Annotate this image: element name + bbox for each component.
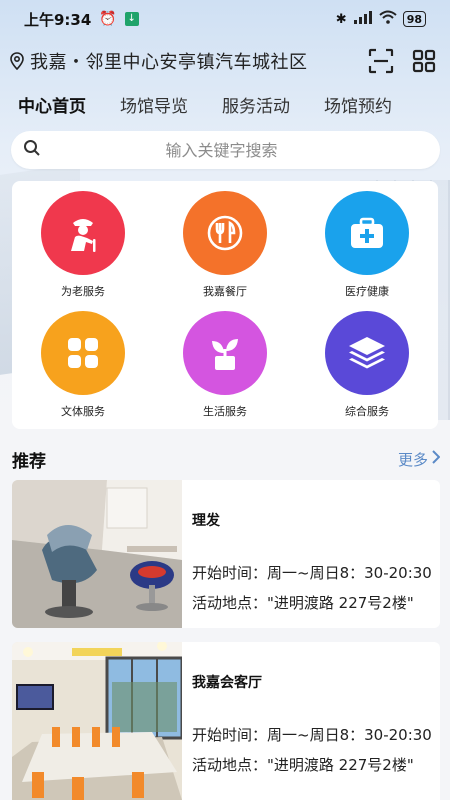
tab-venue-guide[interactable]: 场馆导览 [120,92,188,117]
grid-icon [41,311,125,395]
battery-icon: 98 [402,11,426,27]
service-elder-care[interactable]: 为老服务 [12,189,154,309]
download-icon: ↓ [124,12,139,26]
status-time: 上午9:34 [24,10,92,29]
recommend-name: 理发 [192,513,220,529]
more-label: 更多 [397,450,428,469]
search-icon [23,139,41,161]
recommend-info: 理发 开始时间：周一~周日8：30-20:30 活动地点："进明渡路 227号2… [182,480,440,628]
service-label: 生活服务 [203,405,247,418]
plant-icon [183,311,267,395]
tab-home[interactable]: 中心首页 [18,92,86,117]
chevron-right-icon [432,450,441,468]
layers-icon [325,311,409,395]
recommend-location: 活动地点："进明渡路 227号2楼" [192,594,414,612]
service-label: 医疗健康 [345,285,389,298]
location-text[interactable]: 我嘉・邻里中心安亭镇汽车城社区 [30,48,308,74]
alarm-icon: ⏰ [99,11,117,27]
service-life[interactable]: 生活服务 [154,309,296,429]
recommend-header: 推荐 更多 [12,446,441,472]
recommend-card-barber[interactable]: 理发 开始时间：周一~周日8：30-20:30 活动地点："进明渡路 227号2… [12,480,440,628]
recommend-name: 我嘉会客厅 [192,675,262,691]
recommend-card-lounge[interactable]: 我嘉会客厅 开始时间：周一~周日8：30-20:30 活动地点："进明渡路 22… [12,642,440,800]
recommend-location: 活动地点："进明渡路 227号2楼" [192,756,414,774]
location-row[interactable]: 我嘉・邻里中心安亭镇汽车城社区 [0,44,450,78]
scan-icon[interactable] [368,48,394,74]
service-medical[interactable]: 医疗健康 [296,189,438,309]
service-dining[interactable]: 我嘉餐厅 [154,189,296,309]
elder-icon [41,191,125,275]
recommend-time: 开始时间：周一~周日8：30-20:30 [192,726,432,744]
search-input[interactable] [41,140,402,160]
service-label: 文体服务 [61,405,105,418]
dining-icon [183,191,267,275]
lounge-room-photo [12,642,182,800]
medical-kit-icon [325,191,409,275]
services-grid: 为老服务 我嘉餐厅 医疗健康 文体服务 生活服务 综合服务 [12,181,438,429]
service-culture-sports[interactable]: 文体服务 [12,309,154,429]
main-tabs: 中心首页 场馆导览 服务活动 场馆预约 [0,86,450,122]
location-pin-icon [10,52,26,71]
service-label: 我嘉餐厅 [203,285,247,298]
status-bar: 上午9:34 ⏰ ↓ ✱ 98 [0,0,450,38]
tab-venue-booking[interactable]: 场馆预约 [324,92,392,117]
barber-room-photo [12,480,182,628]
top-actions [368,48,440,74]
service-general[interactable]: 综合服务 [296,309,438,429]
recommend-time: 开始时间：周一~周日8：30-20:30 [192,564,432,582]
service-label: 综合服务 [345,405,389,418]
wifi-icon [379,10,397,28]
recommend-info: 我嘉会客厅 开始时间：周一~周日8：30-20:30 活动地点："进明渡路 22… [182,642,440,800]
bluetooth-icon: ✱ [335,11,347,27]
signal-icon [353,10,373,28]
menu-grid-icon[interactable] [412,49,436,73]
tab-service-activities[interactable]: 服务活动 [222,92,290,117]
status-right: ✱ 98 [336,10,426,28]
search-bar[interactable] [11,131,440,169]
recommend-title: 推荐 [12,451,46,472]
service-label: 为老服务 [61,285,105,298]
more-link[interactable]: 更多 [397,449,441,470]
